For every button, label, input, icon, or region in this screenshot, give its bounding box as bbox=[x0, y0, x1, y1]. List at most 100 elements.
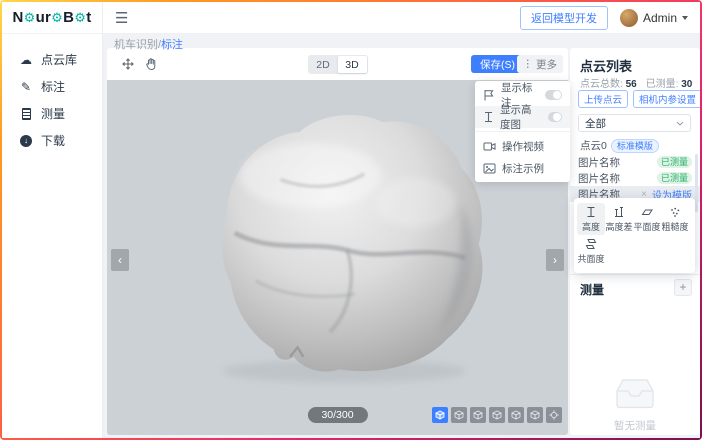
status-badge: 已测量 bbox=[657, 156, 692, 168]
username: Admin bbox=[643, 11, 677, 25]
top-header: ☰ 返回模型开发 Admin bbox=[103, 2, 700, 34]
stat-label: 点云总数: bbox=[580, 79, 623, 90]
logo-text: N bbox=[12, 9, 23, 26]
menu-item-label: 显示高度图 bbox=[500, 102, 542, 132]
tool-height-diff[interactable]: 高度差 bbox=[605, 203, 633, 235]
view-top-button cube-icon[interactable] bbox=[451, 407, 467, 423]
tool-label: 共面度 bbox=[577, 252, 604, 265]
chevron-left-icon: ‹ bbox=[118, 253, 122, 267]
list-item[interactable]: 图片名称 已测量 bbox=[570, 154, 700, 170]
view-default-button cube-icon[interactable] bbox=[432, 407, 448, 423]
tab-3d[interactable]: 3D bbox=[338, 56, 367, 73]
flatness-tool-icon bbox=[641, 206, 653, 218]
cloud-icon: ☁ bbox=[19, 53, 33, 67]
reset-view-button crosshair-icon[interactable] bbox=[546, 407, 562, 423]
view-front-button cube-icon[interactable] bbox=[470, 407, 486, 423]
tooth-3d-model bbox=[167, 90, 512, 395]
pan-icon[interactable] bbox=[121, 57, 135, 71]
logo-text: ur bbox=[36, 9, 52, 26]
more-label: 更多 bbox=[536, 57, 557, 72]
breadcrumb-current: 标注 bbox=[161, 39, 183, 51]
image-counter: 30/300 bbox=[307, 407, 367, 423]
pen-icon: ✎ bbox=[19, 80, 33, 94]
tab-2d[interactable]: 2D bbox=[309, 56, 338, 73]
filter-selected-value: 全部 bbox=[585, 116, 606, 131]
more-dots-icon: ⋮ bbox=[523, 58, 534, 70]
measure-tool-popup: 高度 高度差 平面度 粗糙度 共面度 bbox=[574, 198, 695, 273]
pointcloud-group[interactable]: 点云0 标准模版 bbox=[580, 138, 659, 153]
sidebar-item-pointcloud-library[interactable]: ☁ 点云库 bbox=[2, 46, 102, 73]
tool-label: 平面度 bbox=[633, 220, 660, 233]
camera-params-button[interactable]: 相机内参设置 bbox=[633, 90, 700, 108]
sidebar-item-label: 点云库 bbox=[41, 51, 77, 68]
menu-item-show-heightmap[interactable]: 显示高度图 bbox=[475, 106, 570, 128]
tool-label: 粗糙度 bbox=[661, 220, 688, 233]
breadcrumb-parent[interactable]: 机车识别 bbox=[114, 39, 158, 51]
more-dropdown-menu: 显示标注 显示高度图 操作视频 标注示例 bbox=[475, 81, 570, 182]
pointcloud-list-panel: 点云列表 点云总数: 56 已测量: 30 上传点云 相机内参设置 全部 点云0… bbox=[570, 48, 700, 435]
tool-height[interactable]: 高度 bbox=[577, 203, 605, 235]
show-annotations-toggle[interactable] bbox=[545, 90, 562, 100]
flag-icon bbox=[483, 89, 495, 101]
sidebar-nav: ☁ 点云库 ✎ 标注 测量 ↓ 下载 bbox=[2, 34, 102, 154]
roughness-tool-icon bbox=[669, 206, 681, 218]
stat-value: 56 bbox=[626, 79, 637, 90]
height-tool-icon bbox=[585, 206, 597, 218]
sidebar: N⚙ur⚙B⚙t ☁ 点云库 ✎ 标注 测量 ↓ 下载 bbox=[2, 2, 103, 438]
chevron-right-icon: › bbox=[553, 253, 557, 267]
stat-value: 30 bbox=[681, 79, 692, 90]
sidebar-item-annotation[interactable]: ✎ 标注 bbox=[2, 73, 102, 100]
show-heightmap-toggle[interactable] bbox=[548, 112, 562, 122]
gear-icon: ⚙ bbox=[51, 10, 63, 26]
view-orientation-bar bbox=[432, 407, 562, 423]
hand-icon[interactable] bbox=[145, 57, 159, 71]
image-name: 图片名称 bbox=[578, 155, 620, 170]
list-scrollbar[interactable] bbox=[695, 154, 698, 212]
viewer-toolbar: 2D 3D 保存(S) ⋮更多 bbox=[107, 48, 568, 80]
view-left-button cube-icon[interactable] bbox=[489, 407, 505, 423]
image-icon bbox=[483, 163, 496, 174]
caret-down-icon bbox=[682, 16, 688, 20]
video-icon bbox=[483, 141, 496, 152]
view-back-button cube-icon[interactable] bbox=[527, 407, 543, 423]
menu-item-tutorial-video[interactable]: 操作视频 bbox=[475, 135, 570, 157]
prev-image-button[interactable]: ‹ bbox=[111, 249, 129, 271]
gear-icon: ⚙ bbox=[24, 10, 36, 26]
ruler-icon bbox=[19, 108, 33, 120]
avatar bbox=[620, 9, 638, 27]
logo-text: t bbox=[86, 9, 91, 26]
upload-pointcloud-button[interactable]: 上传点云 bbox=[578, 90, 628, 108]
height-map-icon bbox=[483, 111, 494, 123]
sidebar-item-label: 下载 bbox=[41, 132, 65, 149]
panel-stats: 点云总数: 56 已测量: 30 bbox=[580, 75, 692, 90]
group-label: 点云0 bbox=[580, 138, 607, 153]
add-measure-button[interactable]: + bbox=[674, 279, 692, 296]
chevron-down-icon bbox=[676, 121, 684, 126]
status-badge: 已测量 bbox=[657, 172, 692, 184]
tool-flatness[interactable]: 平面度 bbox=[633, 203, 661, 235]
view-mode-switch: 2D 3D bbox=[308, 55, 368, 74]
tool-coplanarity[interactable]: 共面度 bbox=[577, 235, 605, 267]
collapse-menu-icon[interactable]: ☰ bbox=[115, 9, 128, 27]
measure-section-title: 测量 bbox=[580, 281, 604, 298]
next-image-button[interactable]: › bbox=[546, 249, 564, 271]
user-menu[interactable]: Admin bbox=[620, 9, 688, 27]
logo-text: B bbox=[63, 9, 74, 26]
menu-item-label: 标注示例 bbox=[502, 161, 544, 176]
sidebar-item-download[interactable]: ↓ 下载 bbox=[2, 127, 102, 154]
more-button[interactable]: ⋮更多 bbox=[517, 55, 564, 73]
panel-divider bbox=[570, 274, 700, 275]
sidebar-item-measure[interactable]: 测量 bbox=[2, 100, 102, 127]
empty-text: 暂无测量 bbox=[614, 418, 656, 433]
list-item[interactable]: 图片名称 已测量 bbox=[570, 170, 700, 186]
tool-roughness[interactable]: 粗糙度 bbox=[661, 203, 689, 235]
download-icon: ↓ bbox=[19, 135, 33, 147]
menu-item-annotation-example[interactable]: 标注示例 bbox=[475, 157, 570, 179]
stat-label: 已测量: bbox=[646, 79, 679, 90]
back-to-model-dev-button[interactable]: 返回模型开发 bbox=[520, 6, 608, 30]
panel-title: 点云列表 bbox=[580, 56, 632, 75]
neurobot-app: N⚙ur⚙B⚙t ☁ 点云库 ✎ 标注 测量 ↓ 下载 ☰ 返回模型开发 bbox=[2, 2, 700, 438]
view-right-button cube-icon[interactable] bbox=[508, 407, 524, 423]
sidebar-item-label: 测量 bbox=[41, 105, 65, 122]
filter-select[interactable]: 全部 bbox=[578, 114, 691, 132]
